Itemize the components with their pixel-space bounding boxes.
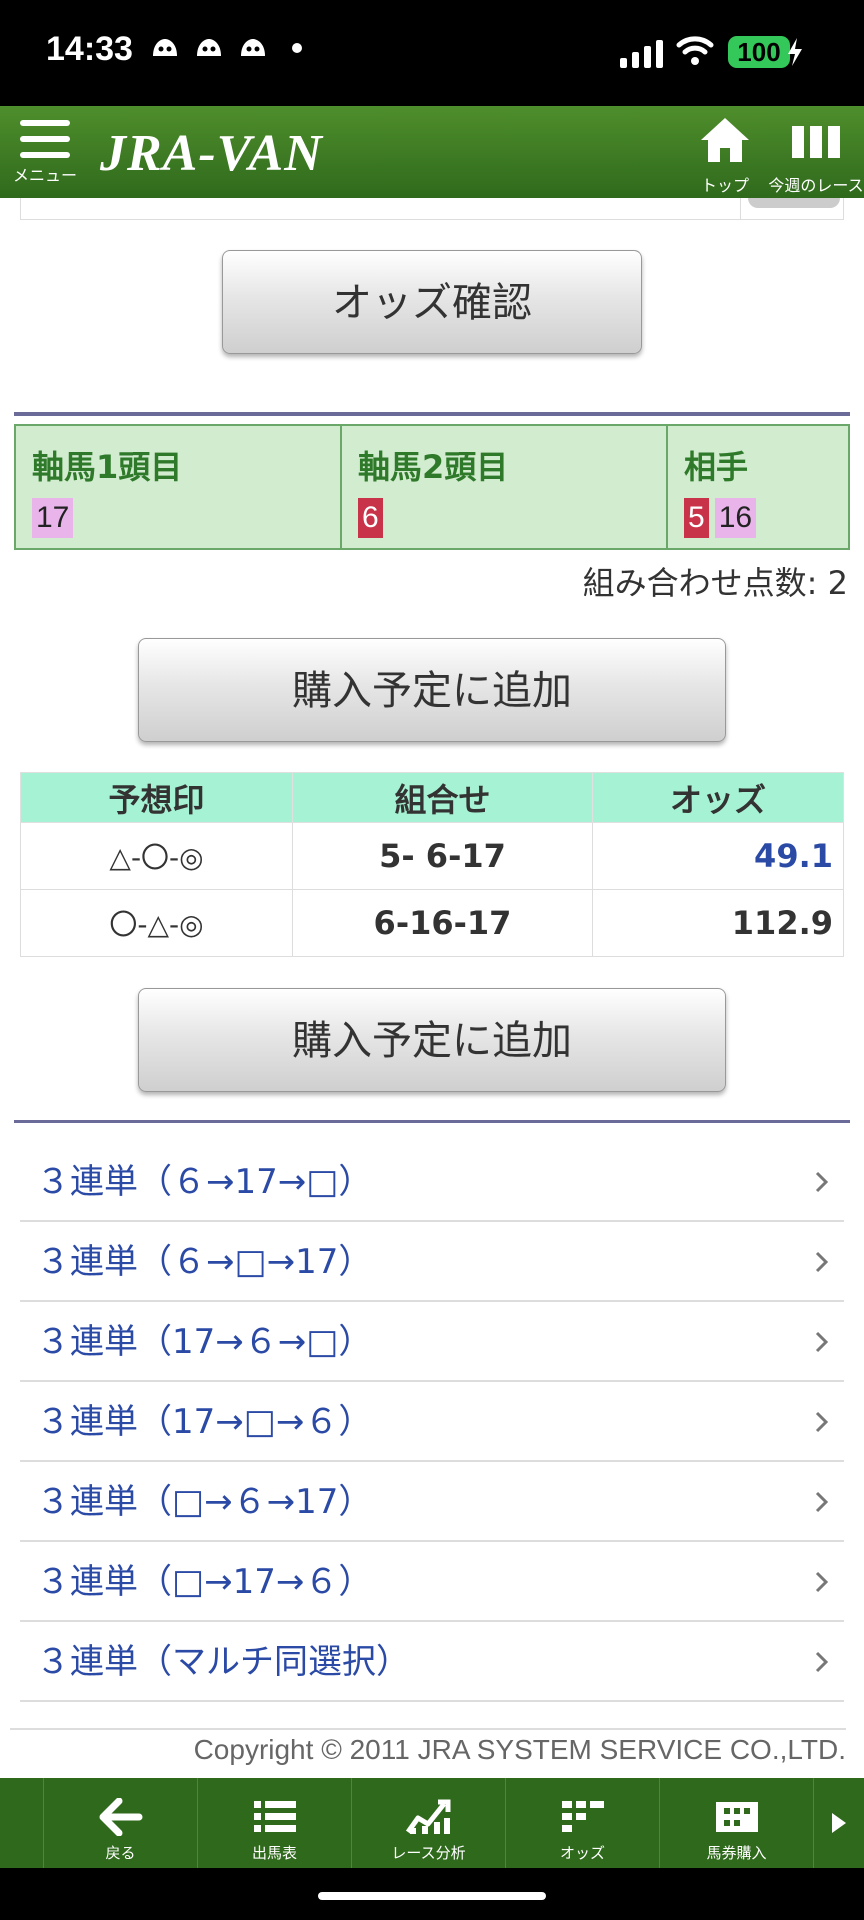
link-label: ３連単（６→□→17） <box>36 1242 373 1282</box>
top-label: トップ <box>700 176 749 195</box>
battery-icon: 100 <box>728 36 790 68</box>
chevron-right-icon <box>815 1651 829 1673</box>
nav-ticket-purchase-label: 馬券購入 <box>706 1844 767 1862</box>
nav-back-label: 戻る <box>105 1844 136 1862</box>
column-header-odds: オッズ <box>592 772 844 823</box>
axis-horse-2-label: 軸馬2頭目 <box>358 448 509 486</box>
charging-bolt-icon <box>788 38 802 66</box>
list-item-trifecta-link[interactable]: ３連単（17→６→□） <box>20 1302 844 1382</box>
link-label: ３連単（□→17→６） <box>36 1562 373 1602</box>
notification-icons <box>150 36 302 60</box>
link-label: ３連単（17→６→□） <box>36 1322 373 1362</box>
axis-horse-1-label: 軸馬1頭目 <box>32 448 183 486</box>
odds-check-button[interactable]: オッズ確認 <box>222 250 642 354</box>
status-time: 14:33 <box>46 30 133 68</box>
list-item-trifecta-link[interactable]: ３連単（□→17→６） <box>20 1542 844 1622</box>
nav-entries-button[interactable]: 出馬表 <box>198 1778 352 1868</box>
column-header-combination: 組合せ <box>292 772 593 823</box>
home-icon <box>701 118 749 162</box>
scrolled-button-remnant <box>748 198 840 208</box>
list-icon <box>253 1801 296 1832</box>
hamburger-menu-icon <box>20 120 70 158</box>
chevron-right-icon <box>815 1571 829 1593</box>
list-item-trifecta-link[interactable]: ３連単（６→□→17） <box>20 1222 844 1302</box>
horse-number-badge: 16 <box>714 498 757 538</box>
nav-race-analysis-label: レース分析 <box>391 1844 466 1862</box>
add-to-purchase-plan-button[interactable]: 購入予定に追加 <box>138 638 726 742</box>
combination-cell: 5- 6-17 <box>292 822 593 890</box>
wifi-icon <box>676 36 714 65</box>
triangle-right-icon <box>832 1813 846 1833</box>
selection-table: 軸馬1頭目 17 軸馬2頭目 6 相手 5 16 <box>14 424 850 550</box>
nav-race-analysis-button[interactable]: レース分析 <box>352 1778 506 1868</box>
chevron-right-icon <box>815 1251 829 1273</box>
chart-analysis-icon <box>405 1799 450 1834</box>
horse-number-badge: 6 <box>358 498 383 538</box>
nav-odds-button[interactable]: オッズ <box>506 1778 660 1868</box>
chevron-right-icon <box>815 1411 829 1433</box>
link-label: ３連単（17→□→６） <box>36 1402 373 1442</box>
column-header-prediction-mark: 予想印 <box>20 772 293 823</box>
prediction-mark-cell: △-〇-◎ <box>20 822 293 890</box>
status-bar: 14:33 100 <box>0 0 864 106</box>
section-divider <box>14 1120 850 1123</box>
top-button[interactable]: トップ <box>690 114 760 196</box>
link-label: ３連単（□→６→17） <box>36 1482 373 1522</box>
odds-value-cell[interactable]: 49.1 <box>592 822 844 890</box>
more-notifications-dot <box>292 43 302 53</box>
copyright-text: Copyright © 2011 JRA SYSTEM SERVICE CO.,… <box>10 1728 846 1766</box>
nav-more-button[interactable] <box>814 1778 864 1868</box>
link-label: ３連単（マルチ同選択） <box>36 1642 410 1682</box>
odds-value-cell: 112.9 <box>592 889 844 957</box>
odds-table-header: 予想印 組合せ オッズ <box>20 772 844 823</box>
list-item-trifecta-link[interactable]: ３連単（マルチ同選択） <box>20 1622 844 1702</box>
axis-horse-2-cell: 軸馬2頭目 6 <box>342 426 668 548</box>
jra-van-logo[interactable]: JRA-VAN <box>100 124 323 183</box>
add-to-purchase-plan-button[interactable]: 購入予定に追加 <box>138 988 726 1092</box>
list-item-trifecta-link[interactable]: ３連単（17→□→６） <box>20 1382 844 1462</box>
combination-cell: 6-16-17 <box>292 889 593 957</box>
home-indicator[interactable] <box>318 1892 546 1900</box>
section-divider <box>14 412 850 416</box>
this-week-races-button[interactable]: 今週のレース <box>768 114 864 196</box>
arrow-left-icon <box>99 1797 142 1837</box>
trifecta-link-list: ３連単（６→17→□） ３連単（６→□→17） ３連単（17→６→□） ３連単（… <box>20 1142 844 1702</box>
list-item-trifecta-link[interactable]: ３連単（６→17→□） <box>20 1142 844 1222</box>
ticket-icon <box>715 1802 758 1832</box>
app-header: メニュー JRA-VAN トップ 今週のレース <box>0 106 864 198</box>
link-label: ３連単（６→17→□） <box>36 1162 373 1202</box>
nav-ticket-purchase-button[interactable]: 馬券購入 <box>660 1778 814 1868</box>
odds-grid-icon <box>561 1801 604 1832</box>
this-week-label: 今週のレース <box>768 176 864 195</box>
notification-icon <box>241 39 265 56</box>
list-item-trifecta-link[interactable]: ３連単（□→６→17） <box>20 1462 844 1542</box>
chevron-right-icon <box>815 1331 829 1353</box>
table-row: 〇-△-◎ 6-16-17 112.9 <box>20 889 844 957</box>
partner-horses-cell: 相手 5 16 <box>668 426 848 548</box>
partner-label: 相手 <box>684 448 749 486</box>
nav-odds-label: オッズ <box>559 1844 605 1862</box>
table-row: △-〇-◎ 5- 6-17 49.1 <box>20 822 844 890</box>
bottom-navigation: 戻る 出馬表 レース分析 オッズ 馬券購入 <box>0 1778 864 1868</box>
columns-icon <box>792 126 840 158</box>
horse-number-badge: 5 <box>684 498 709 538</box>
menu-button[interactable]: メニュー <box>10 120 80 196</box>
notification-icon <box>197 39 221 56</box>
nav-left-spacer <box>0 1778 44 1868</box>
chevron-right-icon <box>815 1171 829 1193</box>
home-indicator-area <box>0 1868 864 1920</box>
cellular-signal-icon <box>620 38 663 68</box>
scrolled-row-remnant <box>20 198 844 220</box>
prediction-mark-cell: 〇-△-◎ <box>20 889 293 957</box>
axis-horse-1-cell: 軸馬1頭目 17 <box>16 426 342 548</box>
nav-entries-label: 出馬表 <box>251 1844 297 1862</box>
notification-icon <box>153 39 177 56</box>
menu-label: メニュー <box>12 166 77 185</box>
scrolled-row-divider <box>740 198 741 220</box>
nav-back-button[interactable]: 戻る <box>44 1778 198 1868</box>
combination-count: 組み合わせ点数: 2 <box>582 564 848 602</box>
horse-number-badge: 17 <box>32 498 74 538</box>
odds-table: 予想印 組合せ オッズ △-〇-◎ 5- 6-17 49.1 〇-△-◎ 6-1… <box>20 772 844 957</box>
chevron-right-icon <box>815 1491 829 1513</box>
